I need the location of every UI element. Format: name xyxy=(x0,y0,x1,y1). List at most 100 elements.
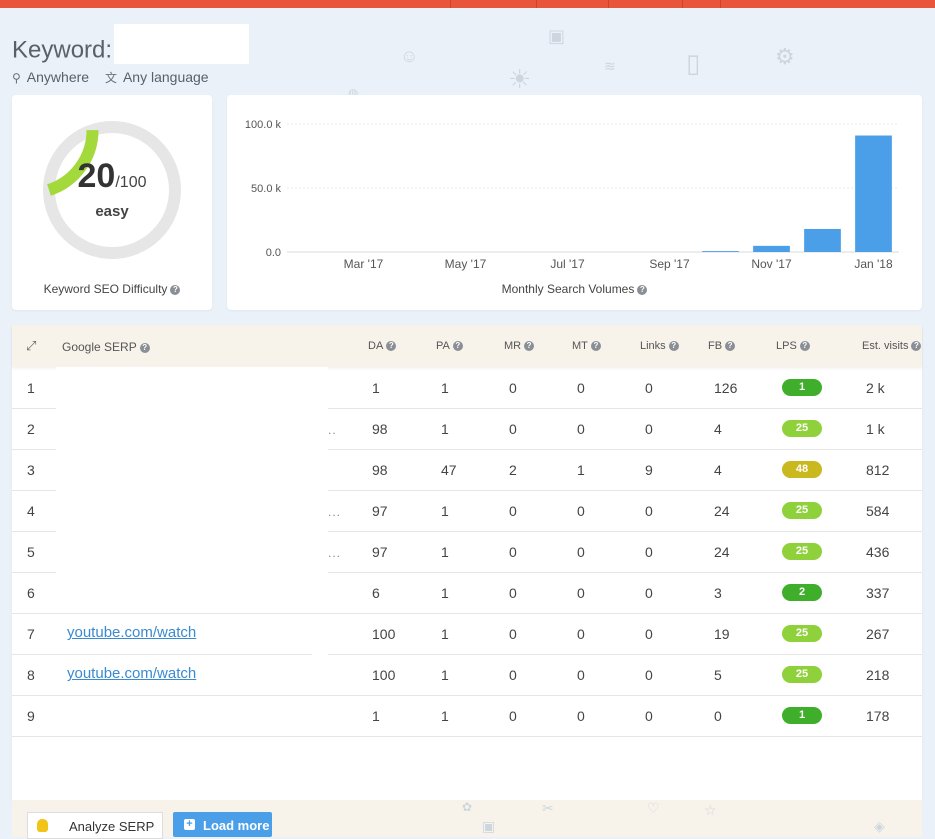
visits-cell: 267 xyxy=(866,626,890,642)
chart-bar[interactable] xyxy=(804,228,841,252)
col-da[interactable]: DA? xyxy=(368,340,397,352)
chart-bar[interactable] xyxy=(753,245,790,252)
url-link[interactable]: youtube.com/watch xyxy=(67,665,196,682)
keyword-label: Keyword: xyxy=(12,36,113,64)
url-ellipsis: ... xyxy=(328,546,342,560)
rank-cell: 6 xyxy=(27,585,35,601)
phone-doodle-icon: ▯ xyxy=(686,48,701,78)
difficulty-score-max: /100 xyxy=(115,174,147,191)
da-cell: 98 xyxy=(372,421,388,437)
question-circle-icon[interactable]: ? xyxy=(725,341,736,351)
da-cell: 100 xyxy=(372,667,396,683)
col-serp-label: Google SERP xyxy=(62,340,137,354)
col-pa-label: PA xyxy=(436,340,450,352)
rank-cell: 7 xyxy=(27,626,35,642)
nav-separator xyxy=(536,0,537,8)
map-pin-icon: ⚲ xyxy=(12,71,21,85)
person-doodle-icon: ☺ xyxy=(400,46,419,66)
y-tick-label: 100.0 k xyxy=(245,119,282,131)
location-label: Anywhere xyxy=(26,69,90,85)
image-doodle-icon: ▣ xyxy=(482,818,496,834)
mr-cell: 2 xyxy=(509,462,517,478)
serp-table-header: ⤢ Google SERP? DA? PA? MR? MT? Links? FB… xyxy=(12,325,922,367)
sun-doodle-icon: ☀ xyxy=(508,64,532,94)
plus-square-icon: + xyxy=(184,819,195,830)
language-filter[interactable]: 文 Any language xyxy=(105,69,209,85)
chart-bar[interactable] xyxy=(855,135,892,252)
question-circle-icon[interactable]: ? xyxy=(799,341,810,351)
keyword-value-redacted xyxy=(114,24,250,64)
fb-cell: 5 xyxy=(714,667,722,683)
question-circle-icon[interactable]: ? xyxy=(637,285,648,295)
mr-cell: 0 xyxy=(509,503,517,519)
lps-badge: 25 xyxy=(782,420,822,437)
question-circle-icon[interactable]: ? xyxy=(139,343,150,353)
question-circle-icon[interactable]: ? xyxy=(170,285,181,295)
url-ellipsis: ... xyxy=(328,505,342,519)
search-volume-chart: 0.0 50.0 k 100.0 k Mar '17 May '17 Jul '17 Sep… xyxy=(245,119,899,271)
nav-separator xyxy=(682,0,683,8)
question-circle-icon[interactable]: ? xyxy=(386,341,397,351)
col-visits[interactable]: Est. visits? xyxy=(862,340,922,352)
col-links[interactable]: Links? xyxy=(640,340,679,352)
top-navigation-bar xyxy=(0,0,935,8)
doodle-icon: ✿ xyxy=(462,800,473,814)
url-link[interactable]: youtube.com/watch xyxy=(67,624,196,641)
col-lps-label: LPS xyxy=(776,340,797,352)
mr-cell: 0 xyxy=(509,421,517,437)
difficulty-score: 20/100 xyxy=(12,157,212,196)
analyze-serp-button[interactable]: Analyze SERP xyxy=(27,812,163,839)
da-cell: 97 xyxy=(372,544,388,560)
mr-cell: 0 xyxy=(509,708,517,724)
chart-xlabel: Monthly Search Volumes xyxy=(501,282,635,296)
col-pa[interactable]: PA? xyxy=(436,340,463,352)
visits-cell: 2 k xyxy=(866,380,885,396)
bulb-icon xyxy=(37,819,48,832)
question-circle-icon[interactable]: ? xyxy=(911,341,922,351)
load-more-button[interactable]: + Load more xyxy=(173,812,272,837)
mr-cell: 0 xyxy=(509,667,517,683)
mt-cell: 0 xyxy=(577,585,585,601)
location-filter[interactable]: ⚲ Anywhere xyxy=(12,69,93,85)
visits-cell: 178 xyxy=(866,708,890,724)
lps-badge: 25 xyxy=(782,666,822,683)
pin-doodle-icon: ◈ xyxy=(874,818,885,834)
visits-cell: 436 xyxy=(866,544,890,560)
fb-cell: 19 xyxy=(714,626,730,642)
language-label: Any language xyxy=(122,69,209,85)
x-tick-label: Nov '17 xyxy=(751,257,792,271)
seo-difficulty-card: 20/100 easy Keyword SEO Difficulty? xyxy=(12,95,212,310)
y-tick-label: 50.0 k xyxy=(251,183,281,195)
col-da-label: DA xyxy=(368,340,384,352)
rank-cell: 2 xyxy=(27,421,35,437)
pa-cell: 1 xyxy=(441,503,449,519)
fb-cell: 4 xyxy=(714,421,722,437)
pa-cell: 1 xyxy=(441,708,449,724)
table-row[interactable]: 7 youtube.com/watch 100 1 0 0 0 19 25 26… xyxy=(12,613,922,655)
question-circle-icon[interactable]: ? xyxy=(524,341,535,351)
search-filters: ⚲ Anywhere 文 Any language xyxy=(12,69,221,86)
col-mt[interactable]: MT? xyxy=(572,340,601,352)
fb-cell: 4 xyxy=(714,462,722,478)
links-cell: 0 xyxy=(645,380,653,396)
col-lps[interactable]: LPS? xyxy=(776,340,810,352)
wifi-doodle-icon: ≋ xyxy=(604,58,616,74)
mt-cell: 0 xyxy=(577,503,585,519)
question-circle-icon[interactable]: ? xyxy=(590,341,601,351)
table-row[interactable]: 9 1 1 0 0 0 0 1 178 xyxy=(12,695,922,737)
chart-bar[interactable] xyxy=(702,251,739,252)
x-tick-label: Mar '17 xyxy=(344,257,384,271)
table-row[interactable]: 8 youtube.com/watch 100 1 0 0 0 5 25 218 xyxy=(12,654,922,696)
serp-table: ⤢ Google SERP? DA? PA? MR? MT? Links? FB… xyxy=(12,325,922,800)
col-mr[interactable]: MR? xyxy=(504,340,535,352)
question-circle-icon[interactable]: ? xyxy=(452,341,463,351)
analyze-serp-label: Analyze SERP xyxy=(69,819,155,834)
x-tick-label: Jul '17 xyxy=(550,257,585,271)
col-serp[interactable]: Google SERP? xyxy=(62,340,150,354)
visits-cell: 337 xyxy=(866,585,890,601)
expand-icon[interactable]: ⤢ xyxy=(26,338,36,354)
links-cell: 0 xyxy=(645,626,653,642)
mt-cell: 1 xyxy=(577,462,585,478)
col-fb[interactable]: FB? xyxy=(708,340,736,352)
question-circle-icon[interactable]: ? xyxy=(668,341,679,351)
